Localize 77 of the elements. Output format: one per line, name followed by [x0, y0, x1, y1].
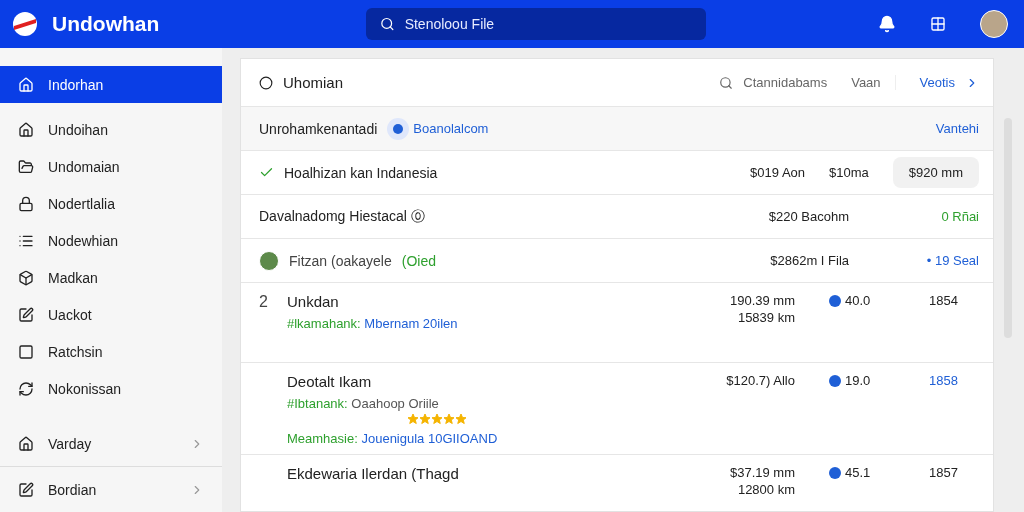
amount-text: 190.39 mm	[729, 293, 795, 308]
count-text: 1858	[929, 373, 959, 388]
refresh-icon	[18, 381, 34, 398]
star-icon	[407, 413, 419, 425]
score-text: 19.0	[845, 373, 871, 388]
star-icon	[443, 413, 455, 425]
item-title: Deotalt Ikam	[287, 373, 373, 390]
folder-icon	[18, 158, 34, 175]
edit-icon	[18, 306, 34, 323]
tag-text: (Oied	[401, 252, 436, 269]
badge-icon	[387, 117, 410, 140]
house-icon	[18, 121, 34, 138]
coin-icon	[829, 466, 841, 479]
amount-text: 12800 km	[737, 482, 795, 497]
row-title: Hoalhizan kan Indanesia	[284, 164, 438, 181]
filter-label[interactable]: Vaan	[851, 75, 896, 90]
logo-icon	[12, 11, 38, 37]
search-label[interactable]: Ctannidabams	[743, 75, 828, 90]
search-icon	[380, 16, 395, 32]
amount-text: $10ma	[829, 165, 869, 180]
status-text: • 19 Seal	[925, 253, 979, 268]
avatar	[259, 250, 279, 271]
status-text: 0 Rñai	[940, 209, 979, 224]
sidebar-item[interactable]: Indorhan	[0, 66, 222, 104]
detail-line: Meamhasie: Jouenigula 10GIIOAND	[287, 431, 498, 446]
detail-line: #lkamahank: Mbernam 20ilen	[287, 316, 458, 331]
square-icon	[18, 343, 34, 360]
amount-text: $120.7) Allo	[726, 373, 795, 388]
count-text: 1854	[929, 293, 959, 308]
lock-icon	[18, 195, 34, 212]
sidebar-section[interactable]: Bordian	[0, 466, 222, 512]
amount-text: $2862m I Fila	[770, 253, 849, 268]
sidebar-item[interactable]: Uackot	[0, 296, 222, 334]
row-title: Fitzan (oakayele	[289, 252, 392, 269]
badge-text: Boanolalcom	[413, 121, 489, 136]
item-title: Ekdewaria Ilerdan (Thagd	[287, 465, 459, 482]
count-text: 1857	[929, 465, 959, 480]
amount-text: $220 Bacohm	[768, 209, 849, 224]
coin-icon	[829, 374, 841, 387]
grid-icon[interactable]	[930, 16, 946, 32]
sidebar-item[interactable]: Undomaian	[0, 148, 222, 186]
amount-text: $019 Aon	[750, 165, 806, 180]
score-text: 45.1	[845, 465, 871, 480]
amount-text: 15839 km	[737, 310, 795, 325]
avatar[interactable]	[980, 10, 1008, 38]
sidebar-item[interactable]: Undoihan	[0, 111, 222, 149]
panel-title: Uhomian	[283, 74, 344, 91]
score-text: 40.0	[845, 293, 871, 308]
sidebar-item[interactable]: Nodewhian	[0, 222, 222, 260]
star-icon	[419, 413, 431, 425]
star-icon	[431, 413, 443, 425]
edit-icon	[18, 481, 34, 498]
home-icon	[18, 76, 34, 93]
detail-line: #Ibtanank: Oaahoop Oriile	[287, 396, 440, 411]
row-title: Davalnadomg Hiestacal ⓪	[259, 207, 425, 226]
search-field[interactable]: Stenoloou File	[366, 8, 706, 40]
row-number: 2	[259, 293, 269, 311]
sidebar-section[interactable]: Varday	[0, 421, 222, 467]
amount-pill: $920 mm	[892, 157, 979, 188]
circle-icon	[259, 75, 273, 90]
action-link[interactable]: Vantehi	[935, 121, 979, 136]
house-icon	[18, 435, 34, 452]
box-icon	[18, 269, 34, 286]
sidebar-item[interactable]: Ratchsin	[0, 333, 222, 371]
section-title: Unrohamkenantadi	[259, 120, 378, 137]
bell-icon[interactable]	[878, 15, 896, 33]
coin-icon	[829, 294, 841, 307]
sidebar-item[interactable]: Nodertlalia	[0, 185, 222, 223]
app-title: Undowhan	[52, 12, 161, 36]
view-link[interactable]: Veotis	[919, 75, 955, 90]
sidebar-item[interactable]: Madkan	[0, 259, 222, 297]
item-title: Unkdan	[287, 293, 340, 310]
star-icon	[455, 413, 467, 425]
search-icon[interactable]	[719, 75, 734, 90]
search-input[interactable]: Stenoloou File	[402, 7, 692, 41]
amount-text: $37.19 mm	[729, 465, 795, 480]
sidebar-item[interactable]: Nokonissan	[0, 370, 222, 408]
